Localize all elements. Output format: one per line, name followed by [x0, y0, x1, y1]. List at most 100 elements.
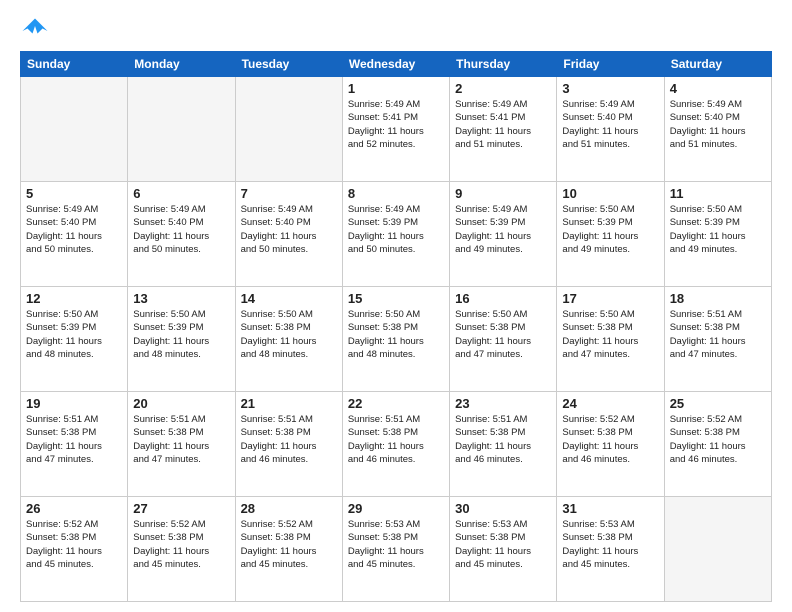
cell-sunrise-text: Sunrise: 5:51 AM Sunset: 5:38 PM Dayligh… — [670, 308, 766, 361]
cell-sunrise-text: Sunrise: 5:50 AM Sunset: 5:39 PM Dayligh… — [670, 203, 766, 256]
logo — [20, 16, 50, 43]
calendar-week-row: 19Sunrise: 5:51 AM Sunset: 5:38 PM Dayli… — [21, 392, 772, 497]
header-tuesday: Tuesday — [235, 52, 342, 77]
calendar-cell: 24 Sunrise: 5:52 AM Sunset: 5:38 PM Dayli… — [557, 392, 664, 497]
day-number: 12 — [26, 291, 122, 306]
day-number: 14 — [241, 291, 337, 306]
day-number: 20 — [133, 396, 229, 411]
calendar-cell: 28 Sunrise: 5:52 AM Sunset: 5:38 PM Dayli… — [235, 497, 342, 602]
calendar-cell: 15 Sunrise: 5:50 AM Sunset: 5:38 PM Dayli… — [342, 287, 449, 392]
calendar-cell: 16 Sunrise: 5:50 AM Sunset: 5:38 PM Dayli… — [450, 287, 557, 392]
calendar-cell: 2 Sunrise: 5:49 AM Sunset: 5:41 PM Daylig… — [450, 77, 557, 182]
cell-sunrise-text: Sunrise: 5:49 AM Sunset: 5:40 PM Dayligh… — [670, 98, 766, 151]
calendar-week-row: 1 Sunrise: 5:49 AM Sunset: 5:41 PM Daylig… — [21, 77, 772, 182]
day-number: 30 — [455, 501, 551, 516]
cell-sunrise-text: Sunrise: 5:50 AM Sunset: 5:38 PM Dayligh… — [455, 308, 551, 361]
cell-sunrise-text: Sunrise: 5:51 AM Sunset: 5:38 PM Dayligh… — [348, 413, 444, 466]
header-friday: Friday — [557, 52, 664, 77]
calendar-cell: 27 Sunrise: 5:52 AM Sunset: 5:38 PM Dayli… — [128, 497, 235, 602]
calendar-cell: 23Sunrise: 5:51 AM Sunset: 5:38 PM Dayli… — [450, 392, 557, 497]
calendar-cell — [128, 77, 235, 182]
calendar-cell: 14 Sunrise: 5:50 AM Sunset: 5:38 PM Dayli… — [235, 287, 342, 392]
cell-sunrise-text: Sunrise: 5:52 AM Sunset: 5:38 PM Dayligh… — [241, 518, 337, 571]
day-number: 5 — [26, 186, 122, 201]
calendar-table: Sunday Monday Tuesday Wednesday Thursday… — [20, 51, 772, 602]
calendar-week-row: 5 Sunrise: 5:49 AM Sunset: 5:40 PM Daylig… — [21, 182, 772, 287]
day-number: 10 — [562, 186, 658, 201]
calendar-cell: 26 Sunrise: 5:52 AM Sunset: 5:38 PM Dayli… — [21, 497, 128, 602]
calendar-cell: 19Sunrise: 5:51 AM Sunset: 5:38 PM Dayli… — [21, 392, 128, 497]
day-number: 15 — [348, 291, 444, 306]
cell-sunrise-text: Sunrise: 5:49 AM Sunset: 5:39 PM Dayligh… — [455, 203, 551, 256]
day-number: 16 — [455, 291, 551, 306]
calendar-cell: 31Sunrise: 5:53 AM Sunset: 5:38 PM Dayli… — [557, 497, 664, 602]
day-number: 4 — [670, 81, 766, 96]
calendar-cell: 8 Sunrise: 5:49 AM Sunset: 5:39 PM Daylig… — [342, 182, 449, 287]
day-number: 11 — [670, 186, 766, 201]
calendar-cell: 11 Sunrise: 5:50 AM Sunset: 5:39 PM Dayli… — [664, 182, 771, 287]
cell-sunrise-text: Sunrise: 5:50 AM Sunset: 5:38 PM Dayligh… — [562, 308, 658, 361]
day-number: 1 — [348, 81, 444, 96]
cell-sunrise-text: Sunrise: 5:52 AM Sunset: 5:38 PM Dayligh… — [133, 518, 229, 571]
day-number: 28 — [241, 501, 337, 516]
logo-block — [20, 16, 50, 43]
header-saturday: Saturday — [664, 52, 771, 77]
calendar-cell: 7Sunrise: 5:49 AM Sunset: 5:40 PM Daylig… — [235, 182, 342, 287]
calendar-cell: 20 Sunrise: 5:51 AM Sunset: 5:38 PM Dayli… — [128, 392, 235, 497]
calendar-week-row: 12 Sunrise: 5:50 AM Sunset: 5:39 PM Dayli… — [21, 287, 772, 392]
cell-sunrise-text: Sunrise: 5:52 AM Sunset: 5:38 PM Dayligh… — [670, 413, 766, 466]
cell-sunrise-text: Sunrise: 5:53 AM Sunset: 5:38 PM Dayligh… — [348, 518, 444, 571]
cell-sunrise-text: Sunrise: 5:51 AM Sunset: 5:38 PM Dayligh… — [133, 413, 229, 466]
cell-sunrise-text: Sunrise: 5:50 AM Sunset: 5:38 PM Dayligh… — [348, 308, 444, 361]
header-monday: Monday — [128, 52, 235, 77]
day-number: 25 — [670, 396, 766, 411]
weekday-header-row: Sunday Monday Tuesday Wednesday Thursday… — [21, 52, 772, 77]
day-number: 17 — [562, 291, 658, 306]
day-number: 24 — [562, 396, 658, 411]
calendar-cell: 5Sunrise: 5:49 AM Sunset: 5:40 PM Daylig… — [21, 182, 128, 287]
cell-sunrise-text: Sunrise: 5:51 AM Sunset: 5:38 PM Dayligh… — [241, 413, 337, 466]
calendar-cell: 21 Sunrise: 5:51 AM Sunset: 5:38 PM Dayli… — [235, 392, 342, 497]
cell-sunrise-text: Sunrise: 5:50 AM Sunset: 5:39 PM Dayligh… — [133, 308, 229, 361]
day-number: 6 — [133, 186, 229, 201]
day-number: 26 — [26, 501, 122, 516]
day-number: 3 — [562, 81, 658, 96]
day-number: 21 — [241, 396, 337, 411]
calendar-cell: 4 Sunrise: 5:49 AM Sunset: 5:40 PM Daylig… — [664, 77, 771, 182]
calendar-cell: 18Sunrise: 5:51 AM Sunset: 5:38 PM Dayli… — [664, 287, 771, 392]
day-number: 29 — [348, 501, 444, 516]
calendar-cell: 17 Sunrise: 5:50 AM Sunset: 5:38 PM Dayli… — [557, 287, 664, 392]
cell-sunrise-text: Sunrise: 5:49 AM Sunset: 5:40 PM Dayligh… — [241, 203, 337, 256]
logo-bird-icon — [20, 16, 50, 36]
calendar-cell — [21, 77, 128, 182]
day-number: 22 — [348, 396, 444, 411]
header-thursday: Thursday — [450, 52, 557, 77]
page: Sunday Monday Tuesday Wednesday Thursday… — [0, 0, 792, 612]
calendar-cell: 25 Sunrise: 5:52 AM Sunset: 5:38 PM Dayli… — [664, 392, 771, 497]
calendar-cell: 6Sunrise: 5:49 AM Sunset: 5:40 PM Daylig… — [128, 182, 235, 287]
calendar-cell — [664, 497, 771, 602]
cell-sunrise-text: Sunrise: 5:49 AM Sunset: 5:39 PM Dayligh… — [348, 203, 444, 256]
header-wednesday: Wednesday — [342, 52, 449, 77]
cell-sunrise-text: Sunrise: 5:52 AM Sunset: 5:38 PM Dayligh… — [26, 518, 122, 571]
cell-sunrise-text: Sunrise: 5:51 AM Sunset: 5:38 PM Dayligh… — [26, 413, 122, 466]
day-number: 31 — [562, 501, 658, 516]
cell-sunrise-text: Sunrise: 5:49 AM Sunset: 5:41 PM Dayligh… — [455, 98, 551, 151]
calendar-cell: 1 Sunrise: 5:49 AM Sunset: 5:41 PM Daylig… — [342, 77, 449, 182]
header-sunday: Sunday — [21, 52, 128, 77]
header — [20, 16, 772, 43]
day-number: 8 — [348, 186, 444, 201]
cell-sunrise-text: Sunrise: 5:49 AM Sunset: 5:41 PM Dayligh… — [348, 98, 444, 151]
cell-sunrise-text: Sunrise: 5:50 AM Sunset: 5:39 PM Dayligh… — [26, 308, 122, 361]
calendar-cell: 9Sunrise: 5:49 AM Sunset: 5:39 PM Daylig… — [450, 182, 557, 287]
day-number: 13 — [133, 291, 229, 306]
calendar-cell: 13 Sunrise: 5:50 AM Sunset: 5:39 PM Dayli… — [128, 287, 235, 392]
cell-sunrise-text: Sunrise: 5:50 AM Sunset: 5:38 PM Dayligh… — [241, 308, 337, 361]
cell-sunrise-text: Sunrise: 5:52 AM Sunset: 5:38 PM Dayligh… — [562, 413, 658, 466]
day-number: 23 — [455, 396, 551, 411]
cell-sunrise-text: Sunrise: 5:49 AM Sunset: 5:40 PM Dayligh… — [562, 98, 658, 151]
day-number: 2 — [455, 81, 551, 96]
cell-sunrise-text: Sunrise: 5:50 AM Sunset: 5:39 PM Dayligh… — [562, 203, 658, 256]
calendar-cell: 3 Sunrise: 5:49 AM Sunset: 5:40 PM Daylig… — [557, 77, 664, 182]
day-number: 27 — [133, 501, 229, 516]
